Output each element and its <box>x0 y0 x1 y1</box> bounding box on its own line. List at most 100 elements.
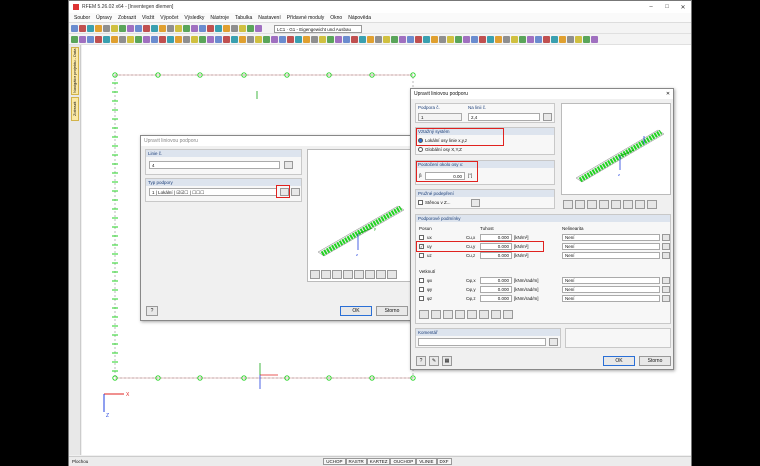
view-tool-button[interactable] <box>479 310 489 319</box>
toolbar-tool-icon[interactable] <box>127 24 134 32</box>
select-line-button[interactable] <box>284 161 293 169</box>
edit-support-button[interactable] <box>291 188 300 196</box>
support-type-select[interactable]: 1 | Lokální | ☑☑☐ | ☐☐☐ <box>149 188 277 196</box>
maximize-icon[interactable]: □ <box>659 4 675 11</box>
view-tool-button[interactable] <box>587 200 597 209</box>
toolbar-tool-icon[interactable] <box>143 24 150 32</box>
view-tool-button[interactable] <box>321 270 331 279</box>
toolbar-tool-icon[interactable] <box>183 35 190 43</box>
toolbar-tool-icon[interactable] <box>351 35 358 43</box>
toolbar-tool-icon[interactable] <box>447 35 454 43</box>
status-osnap-button[interactable]: OUCHOP <box>390 458 417 465</box>
rotation-stiffness-input[interactable]: 0.000 <box>480 286 512 293</box>
toolbar-tool-icon[interactable] <box>199 35 206 43</box>
view-tool-button[interactable] <box>491 310 501 319</box>
menu-addons[interactable]: Přídavné moduly <box>284 15 328 21</box>
toolbar-tool-icon[interactable] <box>207 24 214 32</box>
main-edit-button[interactable]: ✎ <box>429 356 439 366</box>
toolbar-tool-icon[interactable] <box>223 35 230 43</box>
menu-edit[interactable]: Úpravy <box>93 15 115 21</box>
menu-results[interactable]: Výsledky <box>181 15 207 21</box>
toolbar-tool-icon[interactable] <box>359 35 366 43</box>
toolbar-tool-icon[interactable] <box>295 35 302 43</box>
foundation-checkbox[interactable] <box>418 200 423 205</box>
shift-edit-button[interactable] <box>662 234 670 241</box>
line-no-field[interactable]: 4 <box>149 161 280 169</box>
toolbar-tool-icon[interactable] <box>479 35 486 43</box>
toolbar-tool-icon[interactable] <box>407 35 414 43</box>
toolbar-tool-icon[interactable] <box>551 35 558 43</box>
toolbar-tool-icon[interactable] <box>471 35 478 43</box>
help-button[interactable]: ? <box>146 306 158 316</box>
rotation-checkbox[interactable] <box>419 296 424 301</box>
toolbar-tool-icon[interactable] <box>423 35 430 43</box>
toolbar-tool-icon[interactable] <box>159 35 166 43</box>
shift-nonlinearity-select[interactable]: Není <box>562 243 660 250</box>
rotation-checkbox[interactable] <box>419 287 424 292</box>
shift-checkbox[interactable] <box>419 235 424 240</box>
toolbar-tool-icon[interactable] <box>239 24 246 32</box>
toolbar-tool-icon[interactable] <box>151 24 158 32</box>
comment-button[interactable] <box>549 338 558 346</box>
toolbar-tool-icon[interactable] <box>535 35 542 43</box>
toolbar-tool-icon[interactable] <box>255 35 262 43</box>
shift-stiffness-input[interactable]: 0.000 <box>480 252 512 259</box>
toolbar-tool-icon[interactable] <box>255 24 262 32</box>
main-cancel-button[interactable]: Storno <box>639 356 671 366</box>
toolbar-tool-icon[interactable] <box>87 24 94 32</box>
toolbar-tool-icon[interactable] <box>319 35 326 43</box>
toolbar-tool-icon[interactable] <box>503 35 510 43</box>
minimize-icon[interactable]: – <box>643 4 659 11</box>
view-tool-button[interactable] <box>599 200 609 209</box>
view-tool-button[interactable] <box>455 310 465 319</box>
toolbar-tool-icon[interactable] <box>175 24 182 32</box>
toolbar-tool-icon[interactable] <box>559 35 566 43</box>
view-tool-button[interactable] <box>365 270 375 279</box>
view-tool-button[interactable] <box>387 270 397 279</box>
comment-input[interactable] <box>418 338 546 346</box>
toolbar-tool-icon[interactable] <box>391 35 398 43</box>
toolbar-tool-icon[interactable] <box>103 35 110 43</box>
cancel-button-small[interactable]: Storno <box>376 306 408 316</box>
shift-edit-button[interactable] <box>662 243 670 250</box>
toolbar-tool-icon[interactable] <box>495 35 502 43</box>
toolbar-tool-icon[interactable] <box>135 24 142 32</box>
toolbar-tool-icon[interactable] <box>375 35 382 43</box>
shift-edit-button[interactable] <box>662 252 670 259</box>
rotation-stiffness-input[interactable]: 0.000 <box>480 277 512 284</box>
menu-help[interactable]: Nápověda <box>345 15 374 21</box>
toolbar-tool-icon[interactable] <box>383 35 390 43</box>
shift-nonlinearity-select[interactable]: Není <box>562 252 660 259</box>
toolbar-tool-icon[interactable] <box>151 35 158 43</box>
main-help-button[interactable]: ? <box>416 356 426 366</box>
toolbar-tool-icon[interactable] <box>231 35 238 43</box>
toolbar-tool-icon[interactable] <box>455 35 462 43</box>
toolbar-tool-icon[interactable] <box>263 35 270 43</box>
toolbar-tool-icon[interactable] <box>583 35 590 43</box>
toolbar-tool-icon[interactable] <box>175 35 182 43</box>
toolbar-tool-icon[interactable] <box>439 35 446 43</box>
toolbar-tool-icon[interactable] <box>87 35 94 43</box>
view-tool-button[interactable] <box>419 310 429 319</box>
toolbar-tool-icon[interactable] <box>191 35 198 43</box>
toolbar-tool-icon[interactable] <box>111 24 118 32</box>
status-cartesian-button[interactable]: KARTEZ <box>366 458 391 465</box>
menu-options[interactable]: Nastavení <box>255 15 284 21</box>
toolbar-tool-icon[interactable] <box>487 35 494 43</box>
toolbar-tool-icon[interactable] <box>327 35 334 43</box>
toolbar-tool-icon[interactable] <box>167 35 174 43</box>
view-tool-button[interactable] <box>310 270 320 279</box>
view-tool-button[interactable] <box>503 310 513 319</box>
tab-navigator-data[interactable]: Navigátor projektu - Data <box>71 47 79 95</box>
tab-navigator-display[interactable]: Zobrazit <box>71 97 79 121</box>
toolbar-tool-icon[interactable] <box>247 35 254 43</box>
menu-window[interactable]: Okno <box>327 15 345 21</box>
view-tool-button[interactable] <box>635 200 645 209</box>
main-export-button[interactable]: ▦ <box>442 356 452 366</box>
toolbar-tool-icon[interactable] <box>415 35 422 43</box>
toolbar-tool-icon[interactable] <box>223 24 230 32</box>
toolbar-tool-icon[interactable] <box>575 35 582 43</box>
toolbar-tool-icon[interactable] <box>343 35 350 43</box>
toolbar-tool-icon[interactable] <box>463 35 470 43</box>
toolbar-tool-icon[interactable] <box>95 35 102 43</box>
